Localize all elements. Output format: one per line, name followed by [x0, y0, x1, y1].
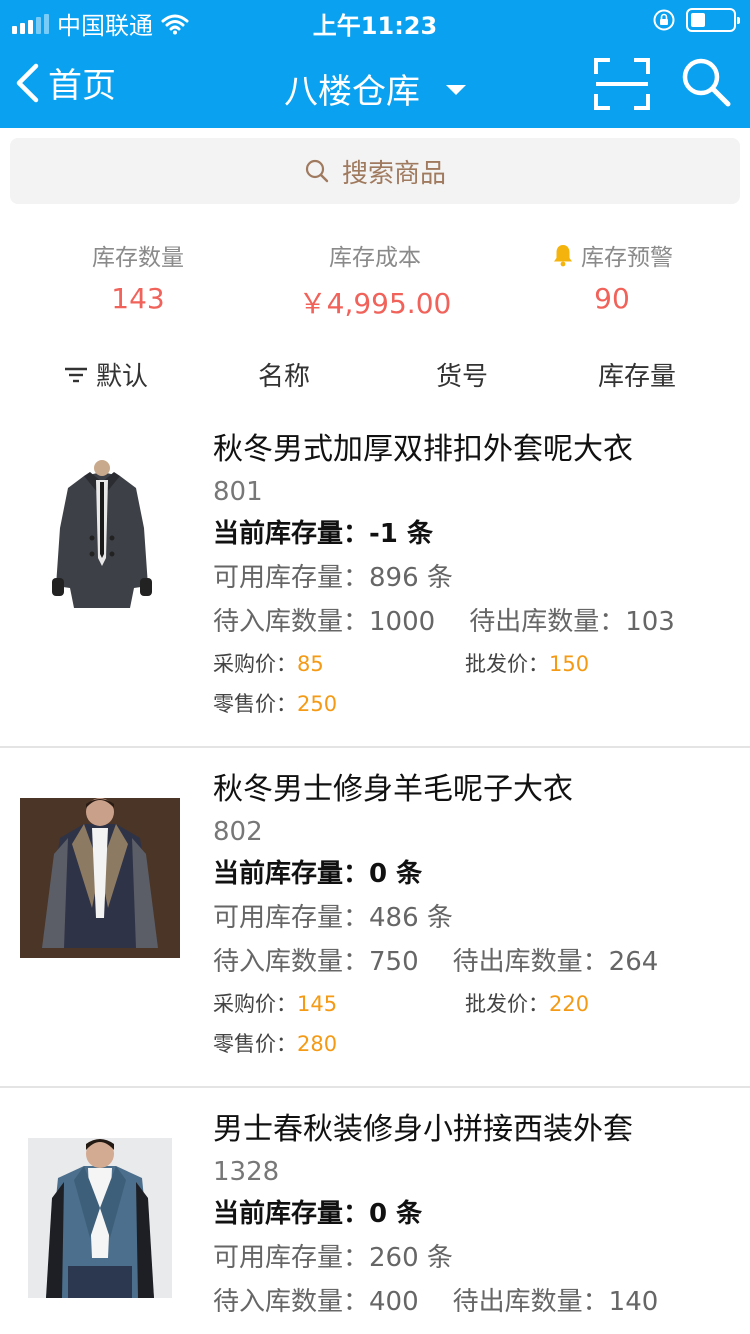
search-placeholder: 搜索商品 [341, 158, 446, 189]
wholesale-price-label: 批发价： [465, 652, 549, 676]
current-stock-label: 当前库存量： [213, 859, 370, 889]
pending-in-value: 750 [369, 947, 419, 977]
current-stock-label: 当前库存量： [213, 1199, 370, 1229]
product-image-coat-black [22, 458, 182, 618]
status-time: 上午11:23 [312, 12, 438, 40]
product-name: 男士春秋装修身小拼接西装外套 [213, 1112, 633, 1147]
product-name: 秋冬男式加厚双排扣外套呢大衣 [213, 432, 633, 467]
product-item[interactable]: 秋冬男士修身羊毛呢子大衣 802 当前库存量：0 条 可用库存量：486 条 待… [0, 768, 750, 1088]
product-code: 801 [213, 477, 263, 507]
status-bar-right [652, 8, 740, 32]
current-stock-value: 0 条 [369, 859, 423, 889]
purchase-price-value: 85 [297, 652, 324, 676]
product-code: 802 [213, 817, 263, 847]
current-stock-label: 当前库存量： [213, 519, 370, 549]
current-stock-row: 当前库存量：0 条 [213, 1192, 743, 1236]
price-row: 采购价：145 批发价：220 [213, 984, 743, 1024]
stock-alert-value: 90 [594, 282, 630, 315]
available-stock-row: 可用库存量：260 条 [213, 1236, 743, 1280]
sort-code[interactable]: 货号 [436, 356, 488, 393]
stock-count-stat: 库存数量 143 [13, 238, 263, 315]
pending-out-label: 待出库数量： [452, 1287, 609, 1317]
pending-out-value: 140 [608, 1287, 659, 1317]
wholesale-price-label: 批发价： [465, 992, 549, 1016]
inventory-summary: 库存数量 143 库存成本 ￥4,995.00 库存预警 90 [0, 238, 750, 328]
pending-out-value: 103 [625, 607, 675, 637]
sort-name-label: 名称 [258, 362, 311, 392]
product-info: 秋冬男式加厚双排扣外套呢大衣 801 当前库存量：-1 条 可用库存量：896 … [213, 428, 743, 724]
page-title: 八楼仓库 [284, 72, 420, 112]
available-stock-label: 可用库存量： [213, 1243, 370, 1273]
wholesale-price-value: 220 [549, 992, 590, 1016]
retail-price-label: 零售价： [213, 692, 297, 716]
search-icon [305, 159, 329, 183]
available-stock-row: 可用库存量：896 条 [213, 556, 743, 600]
purchase-price-label: 采购价： [213, 992, 297, 1016]
current-stock-row: 当前库存量：-1 条 [213, 512, 743, 556]
available-stock-value: 896 条 [369, 563, 453, 593]
stock-alert-label: 库存预警 [581, 245, 673, 271]
sort-bar: 默认 名称 货号 库存量 [0, 350, 750, 400]
search-icon[interactable] [680, 56, 732, 108]
pending-out-label: 待出库数量： [452, 947, 609, 977]
stock-alert-stat[interactable]: 库存预警 90 [487, 238, 737, 315]
caret-down-icon [446, 84, 466, 95]
stock-cost-label: 库存成本 [329, 245, 421, 271]
sort-stock[interactable]: 库存量 [598, 356, 676, 393]
filter-icon [65, 367, 87, 382]
available-stock-value: 260 条 [369, 1243, 453, 1273]
pending-in-label: 待入库数量： [213, 1287, 370, 1317]
retail-price-row: 零售价：280 [213, 1024, 743, 1064]
purchase-price-label: 采购价： [213, 652, 297, 676]
pending-in-label: 待入库数量： [213, 607, 370, 637]
battery-icon [686, 8, 740, 32]
pending-row: 待入库数量：1000 待出库数量：103 [213, 600, 743, 644]
pending-row: 待入库数量：400 待出库数量：140 [213, 1280, 743, 1324]
product-image-blazer-blue [28, 1138, 172, 1298]
current-stock-value: 0 条 [369, 1199, 423, 1229]
pending-in-value: 400 [369, 1287, 419, 1317]
product-item[interactable]: 秋冬男式加厚双排扣外套呢大衣 801 当前库存量：-1 条 可用库存量：896 … [0, 428, 750, 748]
search-input[interactable]: 搜索商品 [10, 138, 740, 204]
retail-price-label: 零售价： [213, 1032, 297, 1056]
bell-icon [554, 245, 572, 267]
product-info: 秋冬男士修身羊毛呢子大衣 802 当前库存量：0 条 可用库存量：486 条 待… [213, 768, 743, 1064]
pending-in-label: 待入库数量： [213, 947, 370, 977]
stock-cost-stat: 库存成本 ￥4,995.00 [250, 238, 500, 322]
product-name: 秋冬男士修身羊毛呢子大衣 [213, 772, 573, 807]
product-info: 男士春秋装修身小拼接西装外套 1328 当前库存量：0 条 可用库存量：260 … [213, 1108, 743, 1324]
status-bar: 中国联通 上午11:23 [0, 0, 750, 40]
price-row: 采购价：85 批发价：150 [213, 644, 743, 684]
sort-default-label: 默认 [96, 362, 149, 392]
available-stock-row: 可用库存量：486 条 [213, 896, 743, 940]
sort-name[interactable]: 名称 [258, 356, 310, 393]
stock-count-label: 库存数量 [92, 245, 184, 271]
current-stock-value: -1 条 [369, 519, 433, 549]
retail-price-row: 零售价：250 [213, 684, 743, 724]
stock-cost-value: ￥4,995.00 [298, 287, 452, 320]
purchase-price-value: 145 [297, 992, 338, 1016]
scan-icon[interactable] [594, 58, 650, 110]
available-stock-label: 可用库存量： [213, 903, 370, 933]
sort-default[interactable]: 默认 [64, 356, 148, 393]
retail-price-value: 280 [297, 1032, 338, 1056]
pending-row: 待入库数量：750 待出库数量：264 [213, 940, 743, 984]
product-image-coat-navy [20, 798, 180, 958]
pending-out-label: 待出库数量： [469, 607, 626, 637]
stock-count-value: 143 [111, 282, 165, 315]
wholesale-price-value: 150 [549, 652, 590, 676]
retail-price-value: 250 [297, 692, 338, 716]
available-stock-label: 可用库存量： [213, 563, 370, 593]
nav-bar: 首页 八楼仓库 [0, 40, 750, 128]
rotation-lock-icon [653, 9, 675, 31]
current-stock-row: 当前库存量：0 条 [213, 852, 743, 896]
available-stock-value: 486 条 [369, 903, 453, 933]
product-code: 1328 [213, 1157, 280, 1187]
sort-stock-label: 库存量 [598, 362, 677, 392]
pending-out-value: 264 [608, 947, 659, 977]
sort-code-label: 货号 [436, 362, 489, 392]
pending-in-value: 1000 [369, 607, 436, 637]
product-item[interactable]: 男士春秋装修身小拼接西装外套 1328 当前库存量：0 条 可用库存量：260 … [0, 1108, 750, 1334]
